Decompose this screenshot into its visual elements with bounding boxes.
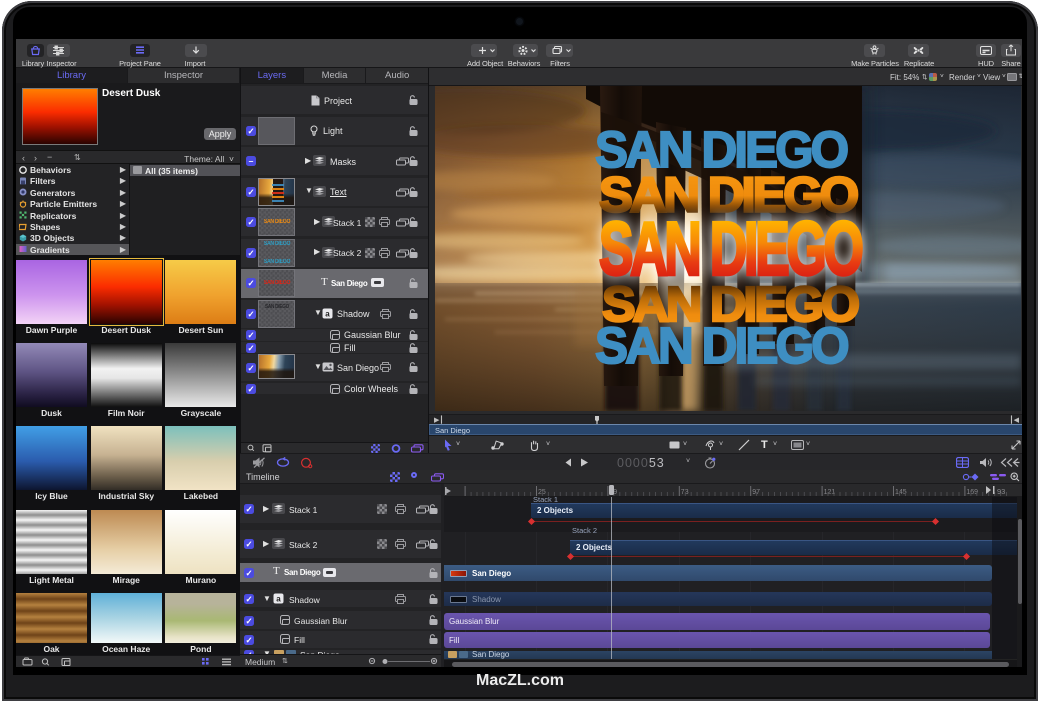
svg-text:93: 93 <box>997 487 1005 496</box>
svg-text:a: a <box>276 595 281 604</box>
svg-text:73: 73 <box>681 489 689 496</box>
svg-text:a: a <box>325 309 330 318</box>
